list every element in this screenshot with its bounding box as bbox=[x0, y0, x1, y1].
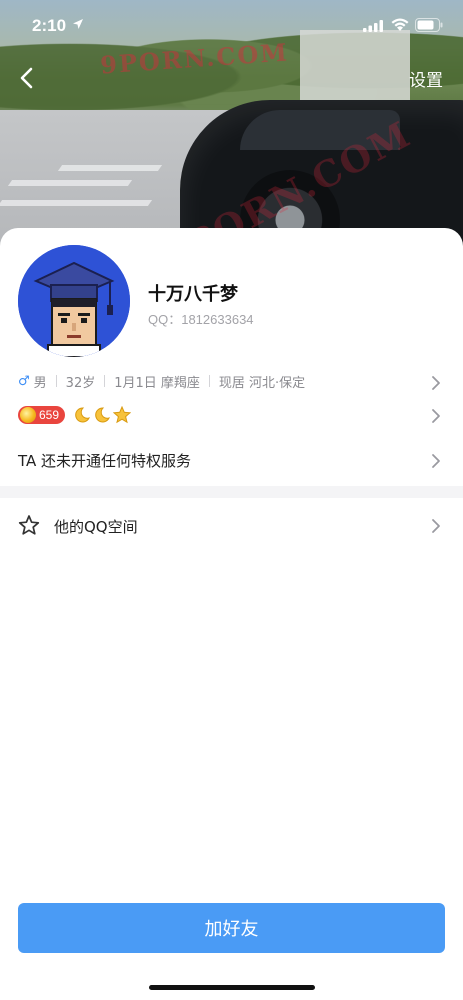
divider bbox=[208, 375, 210, 387]
wifi-icon bbox=[391, 18, 409, 31]
qzone-star-icon bbox=[18, 515, 40, 535]
level-row[interactable]: 659 bbox=[18, 403, 448, 427]
cover-road-stripe bbox=[57, 165, 163, 171]
avatar-image bbox=[18, 245, 130, 357]
age-text: 32岁 bbox=[65, 375, 96, 391]
privilege-text: TA 还未开通任何特权服务 bbox=[18, 452, 192, 470]
divider bbox=[55, 375, 57, 387]
settings-button[interactable]: 设置 bbox=[409, 66, 443, 91]
nickname: 十万八千梦 bbox=[148, 284, 238, 305]
birthday-text: 1月1日 摩羯座 bbox=[114, 375, 200, 391]
chevron-right-icon bbox=[432, 409, 440, 423]
star-icon bbox=[113, 406, 132, 424]
section-divider bbox=[0, 486, 463, 498]
qzone-row[interactable]: 他的QQ空间 bbox=[0, 502, 463, 548]
qzone-label: 他的QQ空间 bbox=[54, 518, 138, 536]
qq-number: QQ：1812633634 bbox=[148, 312, 254, 327]
back-button[interactable] bbox=[14, 64, 42, 92]
cellular-signal-icon bbox=[363, 20, 383, 32]
cover-road-stripe bbox=[0, 200, 153, 206]
coin-icon bbox=[20, 407, 36, 423]
chevron-right-icon bbox=[432, 376, 440, 390]
location-text: 现居 河北·保定 bbox=[218, 375, 306, 391]
male-gender-icon: ♂ bbox=[18, 373, 30, 389]
location-arrow-icon bbox=[73, 19, 83, 29]
cover-road-stripe bbox=[7, 180, 133, 186]
coin-badge: 659 bbox=[18, 406, 66, 424]
moon-icon bbox=[75, 407, 90, 423]
add-friend-button[interactable]: 加好友 bbox=[18, 903, 445, 953]
divider bbox=[104, 375, 106, 387]
privilege-row[interactable]: TA 还未开通任何特权服务 bbox=[18, 450, 448, 472]
battery-icon bbox=[415, 18, 443, 32]
avatar[interactable] bbox=[18, 245, 130, 357]
moon-icon bbox=[95, 407, 110, 423]
chevron-right-icon bbox=[432, 519, 440, 533]
chevron-right-icon bbox=[432, 454, 440, 468]
basic-info-row[interactable]: ♂ 男 32岁 1月1日 摩羯座 现居 河北·保定 bbox=[18, 370, 448, 392]
status-time: 2:10 bbox=[32, 16, 67, 35]
gender-text: 男 bbox=[33, 375, 47, 391]
home-indicator[interactable] bbox=[149, 985, 315, 990]
coin-value: 659 bbox=[39, 408, 60, 422]
status-bar: 2:10 bbox=[0, 0, 463, 50]
